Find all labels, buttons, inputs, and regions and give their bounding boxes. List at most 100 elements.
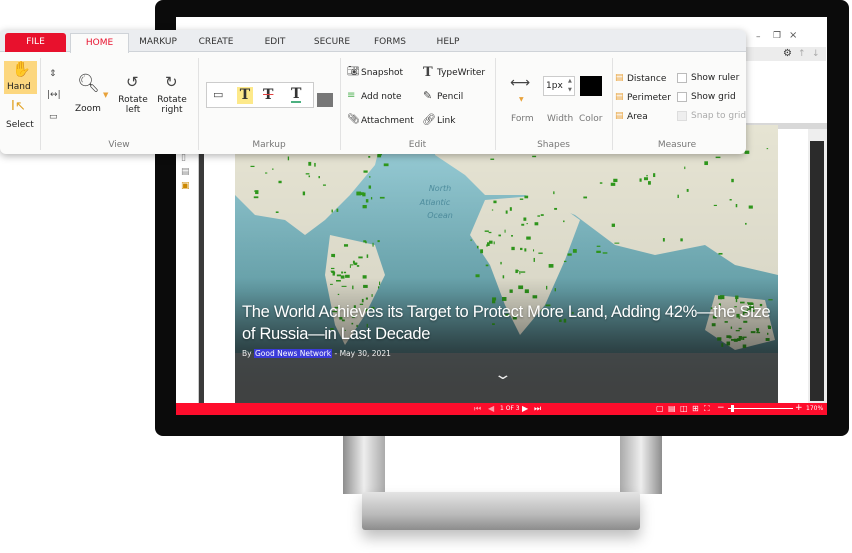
settings-gear-icon[interactable]: ⚙ (783, 48, 792, 59)
line-width-value: 1px (546, 81, 563, 91)
line-shape-icon[interactable]: ⟷ (510, 76, 530, 90)
attachment-button[interactable]: Attachment (361, 116, 414, 126)
add-note-button[interactable]: Add note (361, 92, 402, 102)
highlight-text-icon[interactable]: T (237, 87, 253, 104)
left-panel: ▯ ▤ ▣ (176, 129, 199, 403)
article-date: May 30, 2021 (339, 349, 391, 358)
snap-to-grid-label: Snap to grid (691, 111, 746, 121)
ribbon-tabs: FILE HOME MARKUP CREATE EDIT SECURE FORM… (0, 30, 746, 53)
measure-group-label: Measure (657, 140, 697, 150)
next-page-icon[interactable]: ▶ (522, 404, 528, 413)
single-page-icon[interactable]: ▢ (656, 404, 664, 413)
note-delete-icon[interactable]: ▭ (213, 89, 223, 100)
attachment-icon: 📎︎ (347, 114, 360, 125)
status-bar: ⏮ ◀ 1 OF 3 ▶ ⏭ ▢ ▤ ◫ ⊞ ⛶ − + 170% (176, 403, 827, 415)
line-width-stepper[interactable]: 1px ▲ ▼ (543, 76, 575, 96)
tab-create[interactable]: CREATE (193, 33, 239, 52)
edit-group-label: Edit (408, 140, 427, 150)
show-ruler-checkbox[interactable] (677, 73, 687, 83)
zoom-level: 170% (806, 405, 824, 412)
minimize-button[interactable]: – (756, 32, 761, 42)
grid-view-icon[interactable]: ⊞ (692, 404, 699, 413)
zoom-slider-thumb[interactable] (731, 405, 735, 412)
snap-to-grid-checkbox[interactable] (677, 111, 687, 121)
perimeter-icon: ▤ (615, 92, 624, 102)
article-hero-image: NorthAtlanticOcean The World Achieves it… (235, 125, 778, 403)
rotate-left-button[interactable]: ↺ Rotate left (117, 75, 149, 120)
vertical-scrollbar[interactable] (808, 129, 827, 403)
stepper-up-icon[interactable]: ▲ (568, 78, 572, 84)
view-group-label: View (108, 140, 130, 150)
article-headline: The World Achieves its Target to Protect… (242, 303, 771, 343)
actual-size-icon[interactable]: ▭ (49, 113, 58, 122)
zoom-out-icon[interactable]: − (717, 403, 725, 413)
tab-secure[interactable]: SECURE (310, 33, 354, 52)
page-indicator[interactable]: 1 OF 3 (500, 405, 520, 412)
arrow-down-icon[interactable]: ↓ (812, 49, 820, 59)
stepper-down-icon[interactable]: ▼ (568, 87, 572, 93)
tab-home[interactable]: HOME (70, 33, 129, 53)
add-note-icon: ≡ (347, 90, 356, 101)
zoom-slider[interactable] (728, 405, 793, 412)
last-page-icon[interactable]: ⏭ (534, 404, 541, 414)
dropdown-arrow-icon: ▼ (103, 91, 109, 99)
close-button[interactable]: × (789, 30, 797, 41)
shape-color-picker[interactable] (580, 76, 602, 96)
color-label: Color (579, 114, 603, 124)
continuous-icon[interactable]: ▤ (668, 404, 676, 413)
snapshot-button[interactable]: Snapshot (361, 68, 403, 78)
rotate-left-icon: ↺ (126, 73, 139, 91)
area-button[interactable]: Area (627, 112, 648, 122)
zoom-magnifier-icon: 🔍︎ (77, 73, 100, 94)
rotate-left-label: Rotate left (118, 95, 148, 115)
rotate-right-button[interactable]: ↻ Rotate right (156, 75, 188, 120)
markup-color-swatch[interactable] (317, 93, 333, 107)
ribbon-toolbar: FILE HOME MARKUP CREATE EDIT SECURE FORM… (0, 30, 746, 154)
facing-icon[interactable]: ◫ (680, 404, 688, 413)
hand-label: Hand (7, 82, 31, 92)
form-dropdown-icon[interactable]: ▼ (519, 97, 524, 103)
fit-screen-icon[interactable]: ⛶ (704, 404, 710, 414)
chevron-down-icon[interactable]: ⌄ (493, 367, 512, 383)
pencil-button[interactable]: Pencil (437, 92, 463, 102)
search-toolbar: ⚙ ↑ ↓ (746, 47, 826, 61)
restore-button[interactable]: ❐ (773, 31, 781, 41)
tab-edit[interactable]: EDIT (258, 33, 292, 52)
select-tool-button[interactable]: I↖ Select (4, 98, 37, 132)
zoom-label: Zoom (75, 104, 101, 114)
form-label: Form (511, 114, 534, 124)
rotate-right-icon: ↻ (165, 73, 178, 91)
fit-width-icon[interactable]: |↔| (47, 91, 61, 100)
camera-icon: 📷︎ (347, 66, 360, 77)
tab-file[interactable]: FILE (5, 33, 66, 52)
by-label: By (242, 349, 252, 358)
hand-tool-button[interactable]: ✋ Hand (4, 61, 37, 94)
show-grid-label: Show grid (691, 92, 736, 102)
pages-icon[interactable]: ▤ (181, 167, 190, 177)
rotate-right-label: Rotate right (157, 95, 187, 115)
bookmarks-icon[interactable]: ▯ (181, 153, 186, 163)
show-grid-checkbox[interactable] (677, 92, 687, 102)
perimeter-button[interactable]: Perimeter (627, 93, 671, 103)
zoom-in-icon[interactable]: + (795, 403, 803, 413)
distance-button[interactable]: Distance (627, 74, 666, 84)
prev-page-icon[interactable]: ◀ (488, 404, 494, 413)
arrow-up-icon[interactable]: ↑ (798, 49, 806, 59)
hand-icon: ✋ (12, 60, 31, 78)
zoom-button[interactable]: 🔍︎ ▼ Zoom (72, 75, 110, 115)
link-button[interactable]: Link (437, 116, 455, 126)
strikeout-text-icon[interactable]: T (263, 87, 273, 103)
fit-height-icon[interactable]: ⇕ (49, 70, 57, 79)
show-ruler-label: Show ruler (691, 73, 740, 83)
first-page-icon[interactable]: ⏮ (474, 404, 481, 414)
tab-forms[interactable]: FORMS (372, 33, 408, 52)
typewriter-button[interactable]: TypeWriter (437, 68, 485, 78)
tab-help[interactable]: HELP (432, 33, 464, 52)
attachments-icon[interactable]: ▣ (181, 181, 190, 191)
typewriter-icon: T (423, 65, 433, 80)
area-icon: ▤ (615, 111, 624, 121)
shapes-group-label: Shapes (537, 140, 570, 150)
underline-text-icon[interactable]: T (291, 87, 302, 103)
tab-markup[interactable]: MARKUP (133, 33, 183, 52)
author-link[interactable]: Good News Network (253, 349, 333, 358)
